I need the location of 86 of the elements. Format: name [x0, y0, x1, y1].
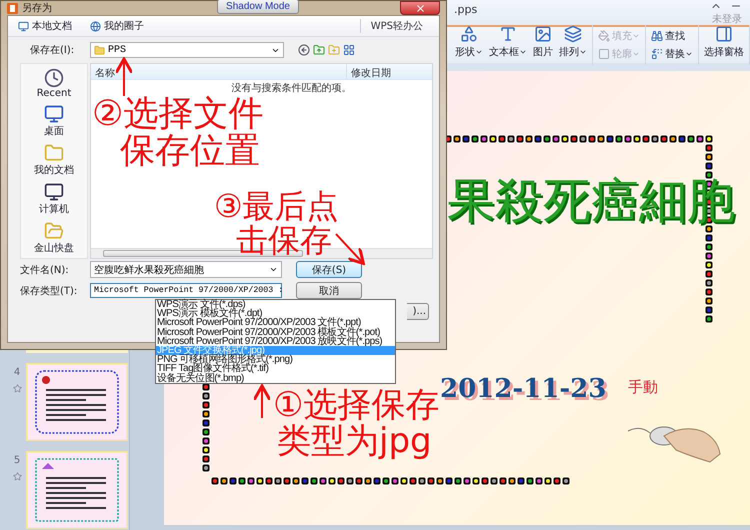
window-title: .pps	[454, 3, 478, 16]
arrow	[114, 58, 134, 96]
location-tab[interactable]: 我的圈子	[86, 19, 148, 33]
ribbon-button[interactable]: 形状	[455, 25, 483, 65]
app-icon	[7, 2, 18, 14]
caret-icon	[685, 50, 693, 58]
slide-number: 4	[14, 367, 20, 378]
close-button[interactable]	[400, 1, 440, 15]
caret-icon	[579, 48, 587, 56]
monitor-icon	[44, 104, 64, 124]
view-menu-icon[interactable]	[343, 44, 355, 56]
caret-icon	[475, 48, 483, 56]
back-icon[interactable]	[298, 44, 310, 56]
ribbon-button[interactable]: 选择窗格	[704, 25, 744, 65]
folder-icon	[44, 143, 64, 163]
file-type-option[interactable]: 设备无关位图(*.bmp)	[156, 374, 395, 383]
ribbon-button[interactable]: 排列	[559, 25, 587, 65]
folder-icon	[94, 44, 105, 56]
caret-icon	[269, 265, 278, 274]
cancel-button[interactable]: 取消	[296, 282, 362, 299]
arrow	[252, 384, 272, 418]
close-icon	[414, 2, 426, 14]
star-icon	[12, 472, 22, 481]
folder-icon	[44, 221, 64, 241]
paint-bucket-icon	[598, 30, 610, 42]
place-item[interactable]: 桌面	[44, 104, 64, 138]
slide-number: 5	[14, 455, 20, 466]
clock-icon	[44, 68, 64, 88]
ribbon-button[interactable]: 文本框	[489, 25, 527, 65]
binoculars-icon	[651, 30, 663, 42]
slide-title: 果殺死癌細胞	[447, 172, 735, 231]
text-icon	[499, 25, 517, 43]
ribbon-button[interactable]: 替换	[651, 47, 693, 61]
annotation-text: ①选择保存	[273, 388, 440, 424]
folder-up-icon[interactable]	[313, 44, 325, 56]
caret-icon	[632, 32, 640, 40]
layers-icon	[564, 25, 582, 43]
dialog-title: 另存为	[22, 2, 52, 15]
annotation-text: ③最后点	[214, 190, 339, 224]
place-item[interactable]: 金山快盘	[34, 221, 74, 255]
image-icon	[534, 25, 552, 43]
caret-icon	[632, 50, 640, 58]
ribbon-button[interactable]: 查找	[651, 29, 693, 43]
globe-icon	[90, 20, 101, 32]
place-item[interactable]: 计算机	[39, 182, 69, 216]
file-type-option[interactable]: Microsoft PowerPoint 97/2000/XP/2003 模板文件(*.pot)	[156, 328, 395, 337]
tools-button[interactable]: )...	[407, 303, 429, 320]
ribbon-button[interactable]: 图片	[533, 25, 553, 65]
annotation-text: ②选择文件	[92, 96, 264, 133]
filename-field[interactable]: 空腹吃鲜水果殺死癌細胞	[90, 261, 282, 278]
file-type-option[interactable]: WPS演示 模板文件(*.dpt)	[156, 309, 395, 318]
panel-icon	[715, 25, 733, 43]
replace-icon	[651, 48, 663, 60]
file-type-dropdown[interactable]: Microsoft PowerPoint 97/2000/XP/2003 :	[90, 283, 282, 298]
computer-icon	[44, 182, 64, 202]
place-item[interactable]: 我的文档	[34, 143, 74, 177]
arrow	[335, 233, 365, 265]
column-header[interactable]: 修改日期	[346, 64, 432, 79]
shadow-mode-button[interactable]: Shadow Mode	[217, 0, 299, 14]
square-icon	[598, 48, 610, 60]
field-label: 保存在(I):	[30, 44, 76, 57]
shapes-icon	[460, 25, 478, 43]
field-label: 文件名(N):	[20, 264, 70, 276]
annotation-text: 击保存	[235, 224, 332, 258]
file-type-option[interactable]: Microsoft PowerPoint 97/2000/XP/2003 放映文件(*.pps)	[156, 336, 395, 346]
file-type-option[interactable]: TIFF Tag图像文件格式(*.tif)	[156, 364, 395, 374]
slide-thumbnail[interactable]	[26, 451, 128, 529]
annotation-text: 保存位置	[119, 132, 261, 170]
cloud-link[interactable]: WPS轻办公	[360, 19, 433, 33]
slide-thumbnail[interactable]	[26, 363, 128, 441]
save-button[interactable]: 保存(S)	[296, 261, 362, 278]
annotation-text: 类型为jpg	[276, 424, 433, 460]
slide-date: 2012-11-23	[440, 374, 606, 404]
column-header[interactable]: 名称	[91, 64, 346, 79]
location-dropdown[interactable]: PPS	[90, 42, 284, 58]
place-item[interactable]: Recent	[36, 68, 72, 99]
slide-note: 手動	[628, 378, 658, 397]
star-icon	[12, 384, 22, 393]
location-tab[interactable]: 本地文档	[14, 19, 76, 33]
file-type-option[interactable]: Microsoft PowerPoint 97/2000/XP/2003 文件(*.ppt)	[156, 318, 395, 328]
file-type-option[interactable]: PNG 可移植网络图形格式(*.png)	[156, 355, 395, 364]
monitor-icon	[18, 20, 29, 32]
field-label: 保存类型(T):	[20, 284, 78, 298]
file-type-option[interactable]: WPS演示 文件(*.dps)	[156, 300, 395, 310]
empty-message: 没有与搜索条件匹配的项。	[232, 82, 352, 95]
caret-icon	[519, 48, 527, 56]
